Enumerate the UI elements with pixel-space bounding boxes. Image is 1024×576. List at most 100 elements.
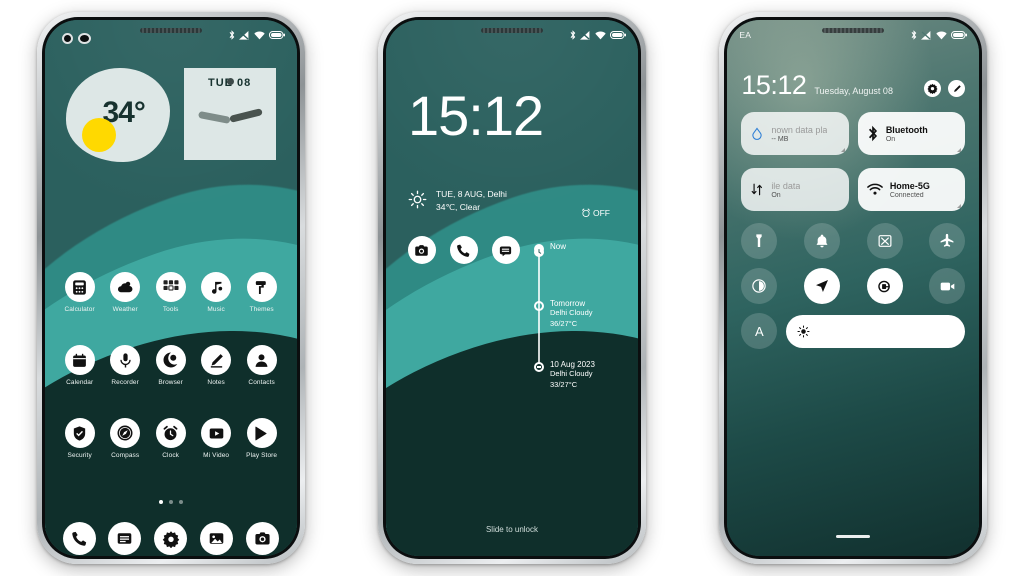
dock-settings-button[interactable]: [154, 522, 188, 555]
video-play-icon: [201, 418, 232, 448]
page-dot-2[interactable]: [168, 500, 173, 504]
expand-corner-icon[interactable]: [957, 204, 962, 208]
clock-widget[interactable]: TUE 08: [183, 68, 276, 160]
app-notes[interactable]: Notes: [195, 345, 237, 386]
calculator-icon: [64, 272, 95, 302]
quick-toggles-row-2: [741, 268, 966, 304]
app-security[interactable]: Security: [59, 418, 101, 459]
edit-button[interactable]: [948, 80, 966, 97]
settings-button[interactable]: [924, 80, 942, 97]
dock-messages-button[interactable]: [108, 522, 142, 555]
card-bluetooth[interactable]: Bluetooth On: [857, 112, 966, 155]
expand-corner-icon[interactable]: [957, 148, 962, 152]
page-dot-1[interactable]: [158, 500, 163, 504]
timeline-title: Now: [549, 242, 566, 251]
app-themes[interactable]: Themes: [241, 272, 283, 313]
card-wifi[interactable]: Home-5G Connected: [857, 168, 966, 211]
app-recorder[interactable]: Recorder: [104, 345, 146, 386]
wifi-icon: [595, 31, 606, 39]
toggle-airplane-mode[interactable]: [929, 223, 966, 259]
toggle-auto-rotate[interactable]: [866, 268, 903, 304]
timeline-title: 10 Aug 2023: [549, 360, 595, 369]
phone-1-bezel: 34° TUE 08 Calculator Weather Tools Musi…: [41, 17, 300, 559]
app-weather[interactable]: Weather: [104, 272, 146, 313]
airplane-icon: [940, 233, 954, 247]
status-bar-carrier: EA: [739, 30, 752, 40]
timeline-condition: Delhi Cloudy: [549, 369, 593, 378]
status-bar-icons: [911, 30, 968, 40]
card-title: ile data: [771, 180, 801, 191]
screenshot-icon: [878, 235, 892, 247]
app-grid-row-2: Calendar Recorder Browser Notes Contacts: [45, 345, 297, 386]
dock-phone-button[interactable]: [62, 522, 96, 555]
app-label: Weather: [112, 306, 138, 313]
timeline-condition: Delhi Cloudy: [549, 308, 593, 317]
weather-widget[interactable]: 34°: [65, 68, 170, 162]
phone-1-home-screen: 34° TUE 08 Calculator Weather Tools Musi…: [36, 12, 305, 564]
clock-icon: [533, 244, 544, 257]
lock-messages-button[interactable]: [491, 236, 520, 264]
app-grid-row-1: Calculator Weather Tools Music Themes: [45, 272, 297, 313]
toggle-screen-recorder[interactable]: [929, 268, 966, 304]
alarm-status[interactable]: OFF: [581, 208, 610, 218]
app-play-store[interactable]: Play Store: [241, 418, 283, 459]
phone-1-screen: 34° TUE 08 Calculator Weather Tools Musi…: [44, 20, 297, 556]
slide-to-unlock-hint[interactable]: Slide to unlock: [386, 525, 638, 534]
app-tools[interactable]: Tools: [150, 272, 192, 313]
dock-gallery-button[interactable]: [199, 522, 233, 555]
weather-condition: 34℃, Clear: [435, 202, 481, 213]
alarm-clock-icon: [155, 418, 186, 448]
drag-handle[interactable]: [836, 535, 871, 538]
lock-screen-clock: 15:12: [407, 84, 544, 147]
phone-2-lock-screen: 15:12 TUE, 8 AUG, Delhi 34℃, Clear OFF N…: [377, 12, 646, 564]
app-label: Calendar: [66, 379, 94, 386]
phone-3-quick-settings: EA 15:12 Tuesday, August 08 nown data pl…: [719, 12, 988, 564]
app-compass[interactable]: Compass: [104, 418, 146, 459]
app-browser[interactable]: Browser: [150, 345, 192, 386]
weather-date-location: TUE, 8 AUG, Delhi: [435, 189, 507, 199]
dock-camera-button[interactable]: [245, 522, 279, 555]
toggle-dark-mode[interactable]: [741, 268, 778, 304]
card-title: nown data pla: [771, 124, 828, 135]
weather-timeline: Now Tomorrow Delhi Cloudy 36/27°C 10 Aug…: [533, 242, 638, 390]
toggle-flashlight[interactable]: [741, 223, 778, 259]
toggle-ringer[interactable]: [803, 223, 840, 259]
app-label: Browser: [158, 379, 183, 386]
timeline-item-date[interactable]: 10 Aug 2023 Delhi Cloudy 33/27°C: [533, 360, 638, 390]
quick-settings-panel: 15:12 Tuesday, August 08 nown data pla -…: [727, 20, 979, 556]
card-data-plan[interactable]: nown data pla -- MB: [741, 112, 849, 155]
toggle-screenshot[interactable]: [866, 223, 903, 259]
browser-icon: [155, 345, 186, 375]
app-mi-video[interactable]: Mi Video: [195, 418, 237, 459]
app-contacts[interactable]: Contacts: [241, 345, 283, 386]
card-subtitle: On: [885, 135, 896, 143]
timeline-item-now[interactable]: Now: [533, 242, 638, 257]
lock-camera-button[interactable]: [407, 236, 436, 264]
dock: [45, 522, 297, 555]
lock-shortcuts: [407, 236, 520, 264]
bluetooth-icon: [911, 30, 917, 40]
brightness-slider[interactable]: [786, 314, 966, 348]
auto-brightness-button[interactable]: A: [741, 313, 778, 349]
app-label: Themes: [249, 306, 274, 313]
lock-phone-button[interactable]: [449, 236, 478, 264]
tools-icon: [155, 272, 186, 302]
location-arrow-icon: [815, 280, 828, 292]
paint-roller-icon: [246, 272, 277, 302]
app-music[interactable]: Music: [195, 272, 237, 313]
quick-toggles: [741, 223, 966, 304]
calendar-icon: [64, 345, 95, 375]
expand-corner-icon[interactable]: [840, 148, 845, 152]
app-calendar[interactable]: Calendar: [59, 345, 101, 386]
timeline-temps: 36/27°C: [549, 318, 578, 328]
toggle-location[interactable]: [803, 268, 840, 304]
card-subtitle: Connected: [889, 191, 924, 199]
card-mobile-data[interactable]: ile data On: [741, 168, 849, 211]
page-indicator[interactable]: [45, 500, 297, 504]
app-clock[interactable]: Clock: [150, 418, 192, 459]
timeline-item-tomorrow[interactable]: Tomorrow Delhi Cloudy 36/27°C: [533, 299, 638, 329]
page-dot-3[interactable]: [178, 500, 183, 504]
quick-settings-cards-row-1: nown data pla -- MB Bluetooth On: [741, 112, 966, 155]
app-calculator[interactable]: Calculator: [59, 272, 101, 313]
sun-icon: [408, 190, 427, 209]
